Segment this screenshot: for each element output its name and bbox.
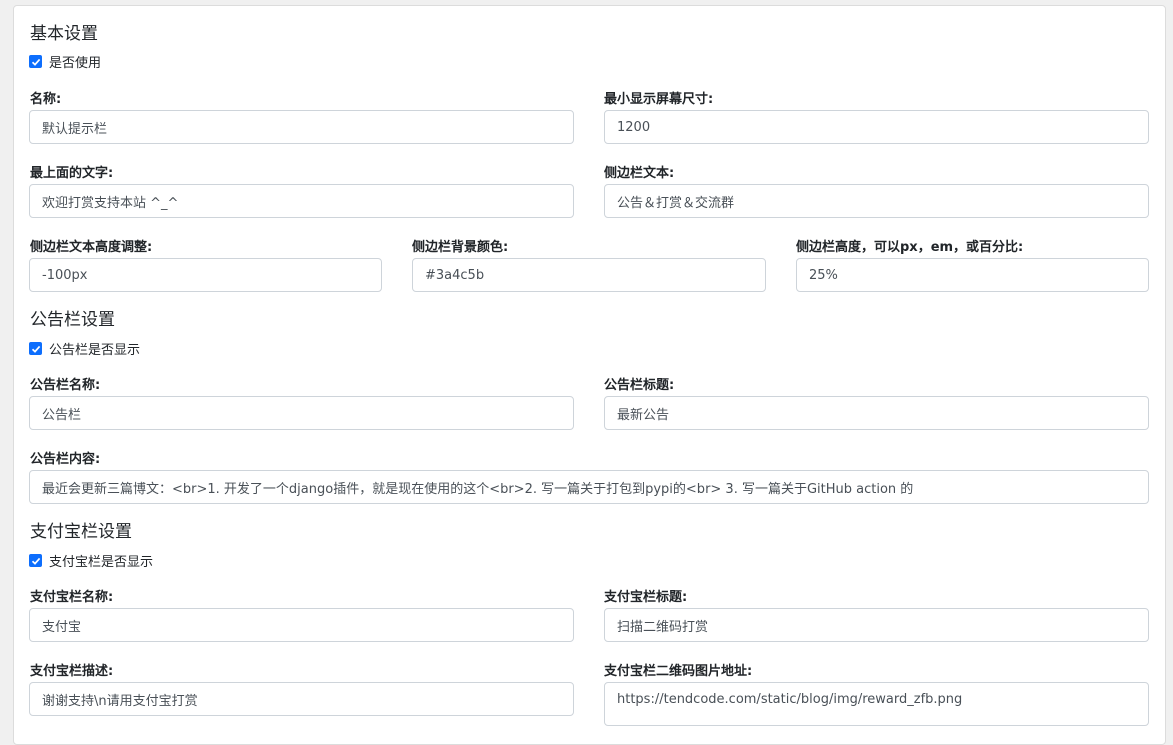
top-text-label: 最上面的文字:	[30, 166, 114, 181]
side-bg-label: 侧边栏背景颜色:	[412, 240, 509, 255]
top-text-input[interactable]: 欢迎打赏支持本站 ^_^	[29, 184, 574, 218]
side-height-adj-input[interactable]: -100px	[29, 258, 382, 292]
basic-enable-checkbox[interactable]	[29, 55, 42, 68]
side-height-input[interactable]: 25%	[796, 258, 1149, 292]
notice-show-checkbox[interactable]	[29, 342, 42, 355]
alipay-desc-label: 支付宝栏描述:	[30, 664, 114, 679]
alipay-show-checkbox[interactable]	[29, 554, 42, 567]
alipay-name-input[interactable]: 支付宝	[29, 608, 574, 642]
alipay-qr-label: 支付宝栏二维码图片地址:	[604, 664, 753, 679]
section-title-alipay: 支付宝栏设置	[30, 522, 132, 542]
section-title-notice: 公告栏设置	[30, 310, 115, 330]
alipay-name-label: 支付宝栏名称:	[30, 590, 114, 605]
alipay-qr-textarea[interactable]: https://tendcode.com/static/blog/img/rew…	[604, 682, 1149, 726]
basic-enable-label: 是否使用	[49, 56, 102, 71]
name-label: 名称:	[30, 92, 62, 107]
side-height-label: 侧边栏高度，可以px，em，或百分比:	[796, 240, 1024, 255]
notice-show-label: 公告栏是否显示	[49, 343, 141, 358]
basic-enable-row[interactable]: 是否使用	[29, 52, 101, 71]
alipay-heading-input[interactable]: 扫描二维码打赏	[604, 608, 1149, 642]
notice-name-input[interactable]: 公告栏	[29, 396, 574, 430]
notice-heading-label: 公告栏标题:	[604, 378, 675, 393]
alipay-show-label: 支付宝栏是否显示	[49, 555, 154, 570]
section-title-basic: 基本设置	[30, 24, 98, 44]
check-icon	[31, 345, 40, 353]
notice-content-input[interactable]: 最近会更新三篇博文：<br>1. 开发了一个django插件，就是现在使用的这个…	[29, 470, 1149, 504]
notice-content-label: 公告栏内容:	[30, 452, 101, 467]
min-width-label: 最小显示屏幕尺寸:	[604, 92, 714, 107]
side-text-label: 侧边栏文本:	[604, 166, 675, 181]
notice-name-label: 公告栏名称:	[30, 378, 101, 393]
alipay-desc-input[interactable]: 谢谢支持\n请用支付宝打赏	[29, 682, 574, 716]
side-bg-input[interactable]: #3a4c5b	[412, 258, 766, 292]
check-icon	[31, 58, 40, 66]
alipay-heading-label: 支付宝栏标题:	[604, 590, 688, 605]
side-height-adj-label: 侧边栏文本高度调整:	[30, 240, 153, 255]
min-width-input[interactable]: 1200	[604, 110, 1149, 144]
name-input[interactable]: 默认提示栏	[29, 110, 574, 144]
notice-show-row[interactable]: 公告栏是否显示	[29, 339, 140, 358]
check-icon	[31, 557, 40, 565]
side-text-input[interactable]: 公告＆打赏＆交流群	[604, 184, 1149, 218]
alipay-show-row[interactable]: 支付宝栏是否显示	[29, 551, 153, 570]
notice-heading-input[interactable]: 最新公告	[604, 396, 1149, 430]
